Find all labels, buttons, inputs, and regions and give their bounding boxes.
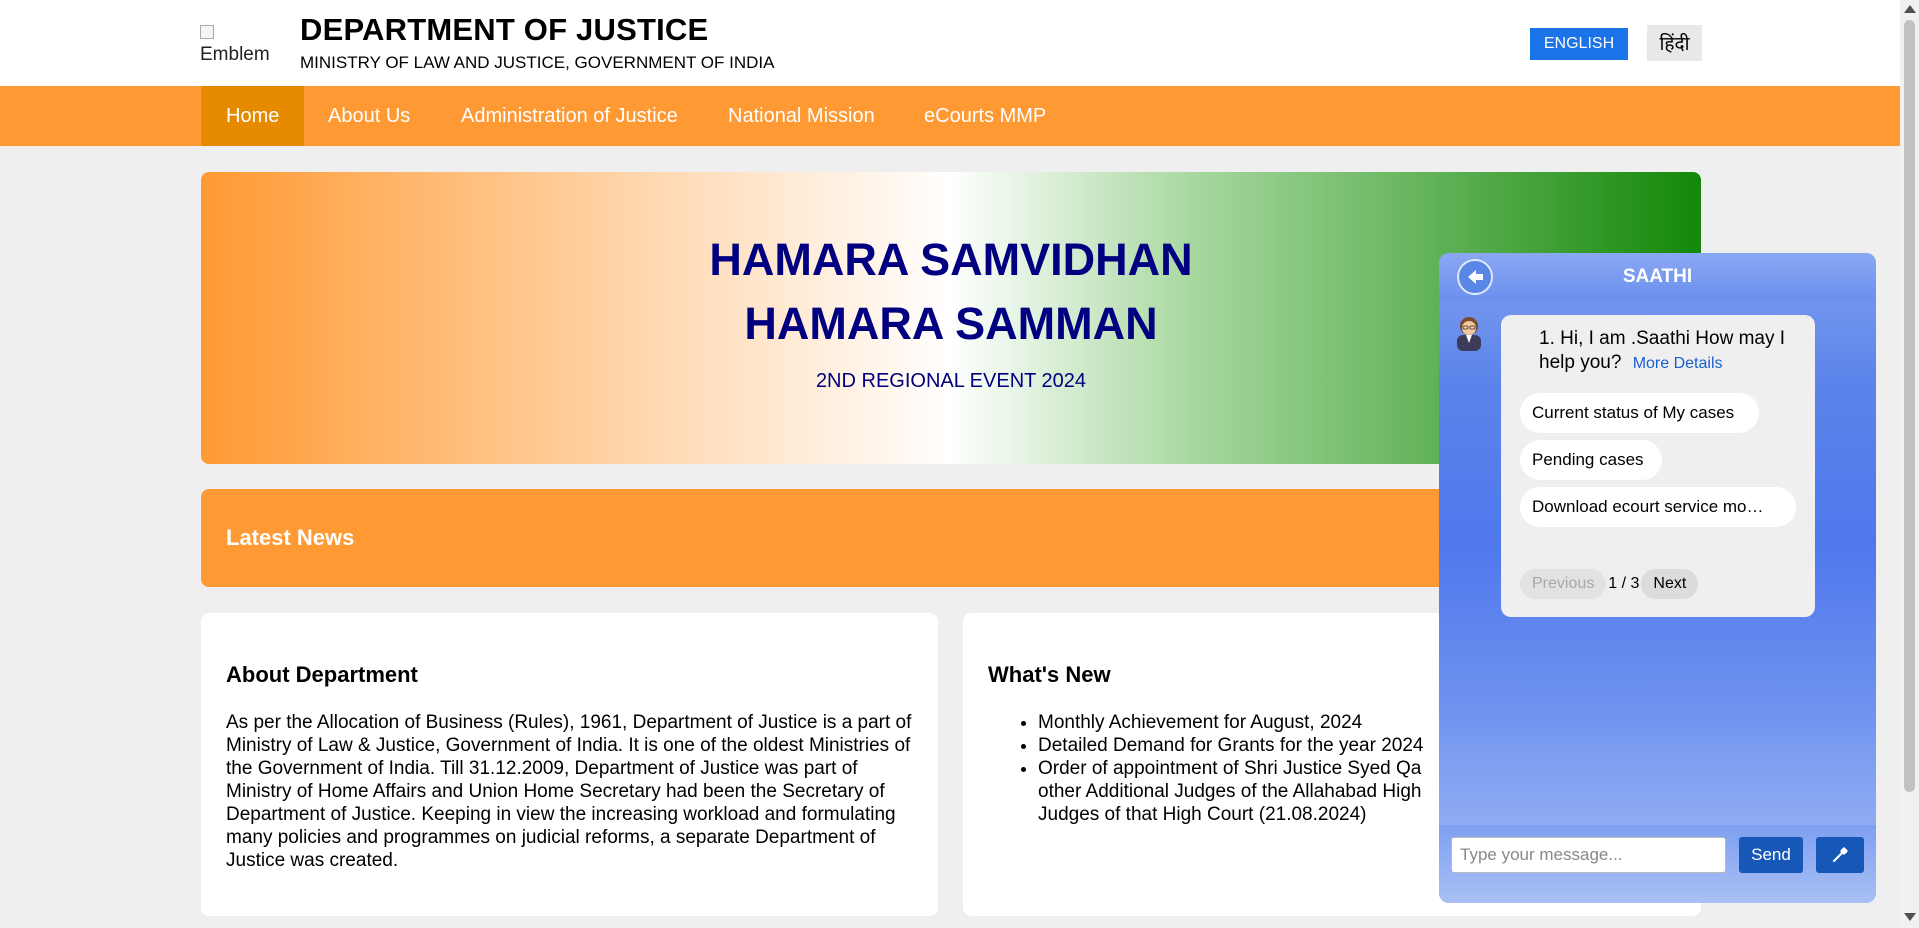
latest-news-title: Latest News [226, 525, 355, 550]
nav-national-mission[interactable]: National Mission [703, 86, 900, 146]
previous-button[interactable]: Previous [1520, 569, 1607, 599]
whats-new-item-line: Order of appointment of Shri Justice Sye… [1038, 758, 1422, 779]
scrollbar-thumb[interactable] [1904, 20, 1915, 792]
whats-new-item-line: Judges of that High Court (21.08.2024) [1038, 804, 1367, 825]
scroll-up-arrow-icon[interactable] [1904, 5, 1916, 13]
mic-icon[interactable] [1816, 837, 1864, 873]
broken-image-icon [200, 25, 214, 39]
quick-reply-pager: Previous 1 / 3 Next [1520, 569, 1699, 599]
nav-ecourts-mmp[interactable]: eCourts MMP [899, 86, 1071, 146]
bot-message-bubble: 1. Hi, I am .Saathi How may I help you? … [1501, 315, 1815, 617]
about-department-text: As per the Allocation of Business (Rules… [226, 712, 912, 871]
page-indicator: 1 / 3 [1608, 575, 1640, 592]
main-nav: Home About Us Administration of Justice … [0, 86, 1900, 146]
nav-administration-of-justice[interactable]: Administration of Justice [436, 86, 703, 146]
whats-new-title: What's New [988, 662, 1111, 687]
more-details-link[interactable]: More Details [1633, 355, 1723, 372]
quick-reply-current-status[interactable]: Current status of My cases [1520, 393, 1759, 433]
hindi-language-button[interactable]: हिंदी [1647, 25, 1702, 61]
site-header: Emblem DEPARTMENT OF JUSTICE MINISTRY OF… [0, 0, 1900, 86]
bot-avatar-icon [1453, 313, 1485, 351]
whats-new-item-line: other Additional Judges of the Allahabad… [1038, 781, 1422, 802]
nav-home[interactable]: Home [201, 86, 305, 146]
department-subtitle: MINISTRY OF LAW AND JUSTICE, GOVERNMENT … [300, 53, 775, 72]
chat-input-bar: Send [1439, 825, 1876, 903]
quick-reply-download-ecourt[interactable]: Download ecourt service mo… [1520, 487, 1796, 527]
about-department-card: About Department As per the Allocation o… [201, 613, 938, 916]
about-department-title: About Department [226, 662, 418, 687]
chat-header: SAATHI [1439, 253, 1876, 301]
english-language-button[interactable]: ENGLISH [1530, 28, 1628, 60]
bot-greeting: 1. Hi, I am .Saathi How may I help you? … [1539, 327, 1809, 376]
emblem-image: Emblem [200, 22, 276, 66]
chat-message-input[interactable] [1451, 837, 1726, 873]
page-scrollbar[interactable] [1900, 0, 1919, 928]
scroll-down-arrow-icon[interactable] [1904, 913, 1916, 921]
quick-reply-pending-cases[interactable]: Pending cases [1520, 440, 1662, 480]
next-button[interactable]: Next [1641, 569, 1699, 599]
department-title: DEPARTMENT OF JUSTICE [300, 12, 709, 47]
saathi-chat-widget: SAATHI 1. Hi, I am .Saathi How may I hel… [1439, 253, 1876, 903]
nav-about-us[interactable]: About Us [303, 86, 435, 146]
chat-title: SAATHI [1622, 266, 1693, 287]
emblem-alt-text: Emblem [200, 44, 270, 65]
send-button[interactable]: Send [1739, 837, 1803, 873]
